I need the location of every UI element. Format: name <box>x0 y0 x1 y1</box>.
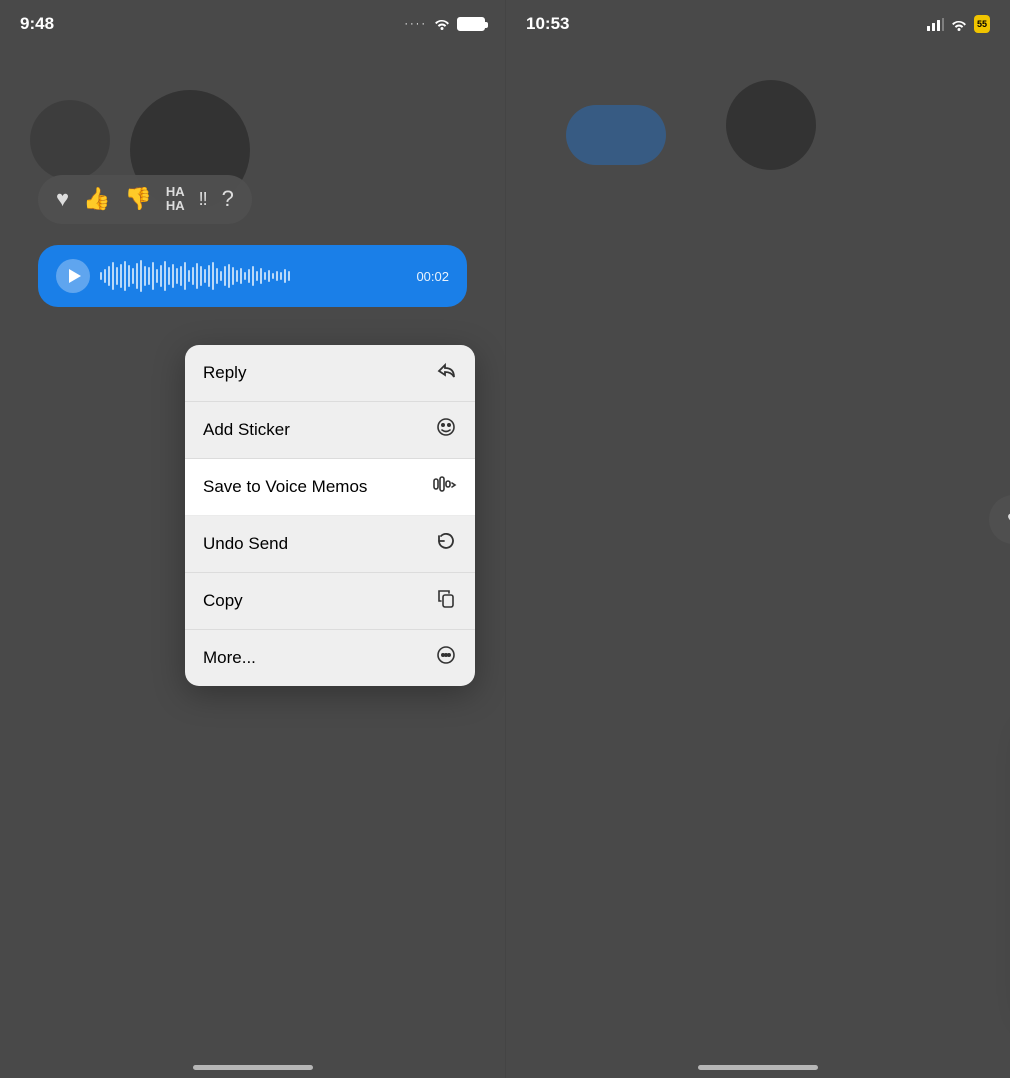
reaction-exclaim[interactable]: ‼ <box>199 189 208 210</box>
reaction-thumbsup[interactable]: 👍 <box>83 186 110 212</box>
wifi-icon-right <box>950 17 968 31</box>
reaction-thumbsdown[interactable]: 👎 <box>124 186 151 212</box>
reaction-haha[interactable]: HAHA <box>166 185 185 214</box>
wifi-icon-left <box>433 16 451 33</box>
reaction-bar-left: ♥ 👍 👎 HAHA ‼ ? <box>38 175 252 224</box>
signal-bars-right <box>926 17 944 31</box>
voice-duration-left: 00:02 <box>416 269 449 284</box>
home-indicator-left <box>193 1065 313 1070</box>
menu-more-left[interactable]: More... <box>185 630 475 686</box>
menu-save-voice-left[interactable]: Save to Voice Memos <box>185 459 475 516</box>
status-icons-left: ···· <box>404 16 485 33</box>
play-button-left[interactable] <box>56 259 90 293</box>
menu-undo-send-left[interactable]: Undo Send <box>185 516 475 573</box>
voice-bubble-left: 00:02 <box>38 245 467 307</box>
signal-dots-left: ···· <box>404 18 427 30</box>
right-phone-panel: 10:53 55 ♥ 👍 👎 HAHA ‼ ? <box>505 0 1010 1078</box>
reaction-heart[interactable]: ♥ <box>56 186 69 212</box>
reaction-heart-right[interactable]: ♥ <box>1007 506 1010 532</box>
left-phone-panel: 9:48 ···· ♥ 👍 👎 HAHA ‼ ? <box>0 0 505 1078</box>
status-time-left: 9:48 <box>20 14 54 34</box>
status-icons-right: 55 <box>926 15 990 33</box>
status-time-right: 10:53 <box>526 14 569 34</box>
menu-copy-left[interactable]: Copy <box>185 573 475 630</box>
context-menu-left: Reply Add Sticker Save to Voice Memos <box>185 345 475 686</box>
battery-icon-left <box>457 17 485 31</box>
menu-add-sticker-left[interactable]: Add Sticker <box>185 402 475 459</box>
home-indicator-right <box>698 1065 818 1070</box>
battery-level-right: 55 <box>974 15 990 33</box>
menu-reply-left[interactable]: Reply <box>185 345 475 402</box>
waveform-left <box>100 260 406 292</box>
reaction-question[interactable]: ? <box>222 186 234 212</box>
